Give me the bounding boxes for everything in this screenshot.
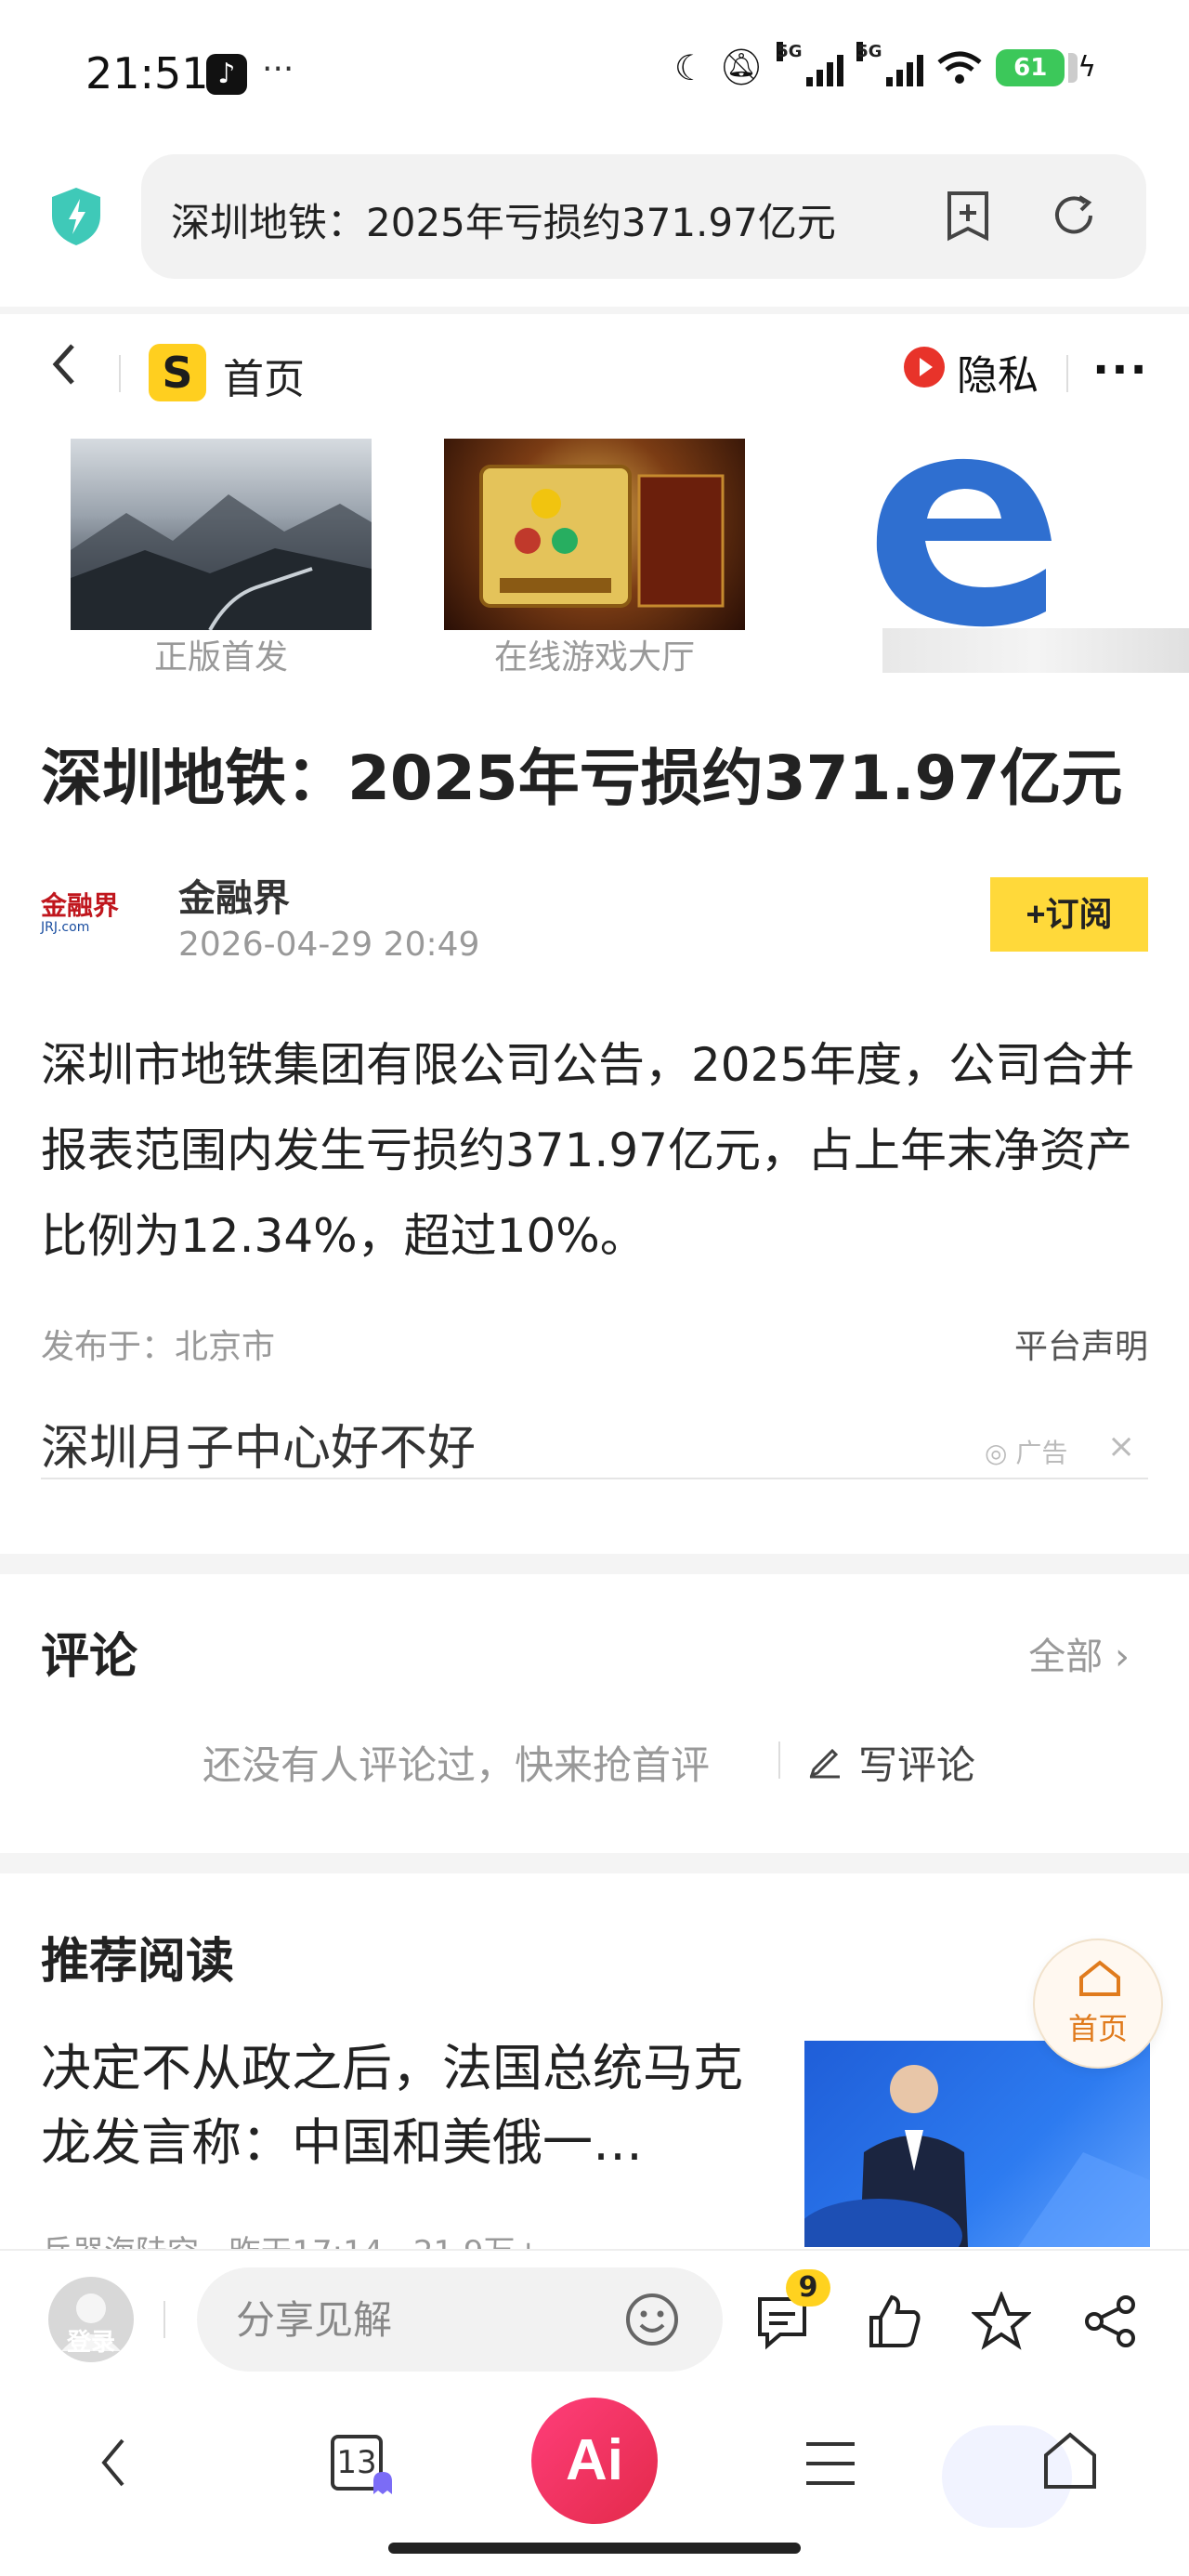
section-divider — [0, 1554, 1189, 1574]
battery-indicator: 61 — [996, 48, 1078, 86]
author-logo-sub: JRJ.com — [41, 920, 90, 935]
recommended-heading: 推荐阅读 — [41, 1934, 235, 1990]
home-link[interactable]: 首页 — [223, 346, 305, 405]
banner-caption[interactable]: 在线游戏大厅 — [444, 630, 745, 678]
reload-icon[interactable] — [1048, 190, 1100, 242]
banner-image-edge[interactable] — [836, 439, 1115, 630]
status-more: ··· — [262, 50, 294, 88]
divider — [41, 1478, 1148, 1479]
signal-icon: 5G — [856, 41, 924, 86]
emoji-icon[interactable] — [624, 2292, 680, 2347]
ad-close-icon[interactable]: × — [1107, 1427, 1135, 1465]
status-bar: 21:51 ♪ ··· ☾ 🔕︎ 5G 5G 61 ϟ — [0, 0, 1189, 149]
author-name[interactable]: 金融界 — [178, 868, 290, 922]
author-logo-text: 金融界 — [41, 890, 120, 921]
home-float-label[interactable]: 首页 — [1033, 2005, 1163, 2048]
divider — [1066, 355, 1068, 392]
ad-badge: ◎ 广告 — [985, 1438, 1068, 1468]
privacy-icon[interactable] — [901, 344, 947, 390]
subscribe-button[interactable]: +订阅 — [990, 877, 1148, 952]
mute-icon: 🔕︎ — [718, 46, 764, 87]
site-logo[interactable]: S — [149, 344, 206, 401]
ai-assistant-button[interactable]: Ai — [531, 2398, 658, 2524]
tiktok-icon: ♪ — [206, 54, 247, 95]
comment-count-badge: 9 — [786, 2269, 830, 2307]
shield-icon[interactable] — [48, 186, 104, 247]
banner-image-landscape[interactable] — [71, 439, 372, 630]
platform-disclaimer-link[interactable]: 平台声明 — [1014, 1320, 1148, 1368]
privacy-link[interactable]: 隐私 — [957, 342, 1039, 401]
menu-icon[interactable] — [803, 2438, 858, 2489]
bookmark-add-icon[interactable] — [944, 190, 992, 242]
login-label[interactable]: 登录 — [48, 2323, 134, 2358]
status-time: 21:51 — [85, 48, 209, 99]
comments-heading: 评论 — [41, 1629, 138, 1685]
home-icon — [1079, 1960, 1120, 1996]
comments-all-link[interactable]: 全部 › — [1028, 1626, 1130, 1680]
star-icon[interactable] — [972, 2292, 1031, 2351]
banner-caption-blurred — [882, 628, 1189, 673]
network-type: 5G — [856, 41, 882, 61]
share-icon[interactable] — [1081, 2292, 1141, 2351]
publish-location: 发布于：北京市 — [41, 1328, 276, 1366]
publish-time: 2026-04-29 20:49 — [178, 926, 480, 964]
recommended-item-image[interactable] — [804, 2041, 1150, 2247]
home-icon[interactable] — [1040, 2431, 1100, 2492]
more-menu-button[interactable]: ··· — [1092, 344, 1149, 396]
back-icon[interactable] — [93, 2433, 134, 2492]
author-logo[interactable]: 金融界 JRJ.com — [41, 892, 130, 940]
address-bar-text[interactable]: 深圳地铁：2025年亏损约371.97亿元 — [171, 191, 877, 248]
banner-caption[interactable]: 正版首发 — [71, 630, 372, 678]
signal-icon: 5G — [777, 41, 844, 86]
article-body: 深圳市地铁集团有限公司公告，2025年度，公司合并报表范围内发生亏损约371.9… — [41, 1038, 1135, 1263]
divider — [778, 1741, 780, 1779]
like-icon[interactable] — [864, 2292, 923, 2351]
section-divider — [0, 1853, 1189, 1873]
home-float-button[interactable] — [1033, 1939, 1163, 2069]
banner-image-game[interactable] — [444, 439, 745, 630]
ad-link[interactable]: 深圳月子中心好不好 — [41, 1409, 476, 1479]
moon-icon: ☾ — [673, 46, 706, 88]
recommended-item-title[interactable]: 决定不从政之后，法国总统马克龙发言称：中国和美俄一… — [41, 2031, 765, 2180]
article-title: 深圳地铁：2025年亏损约371.97亿元 — [41, 743, 1123, 814]
home-indicator[interactable] — [388, 2543, 801, 2554]
back-icon[interactable] — [45, 336, 82, 392]
divider — [163, 2301, 165, 2338]
pen-icon[interactable] — [806, 1741, 843, 1779]
divider — [119, 355, 121, 392]
ghost-icon — [373, 2472, 392, 2494]
network-type: 5G — [777, 41, 803, 61]
comments-empty-text: 还没有人评论过，快来抢首评 — [203, 1742, 711, 1788]
wifi-icon — [937, 51, 982, 84]
ad-badge-label: 广告 — [1015, 1438, 1068, 1468]
write-comment-button[interactable]: 写评论 — [858, 1734, 975, 1791]
charging-icon: ϟ — [1078, 51, 1096, 84]
status-icons: ☾ 🔕︎ 5G 5G 61 ϟ — [673, 41, 1096, 88]
